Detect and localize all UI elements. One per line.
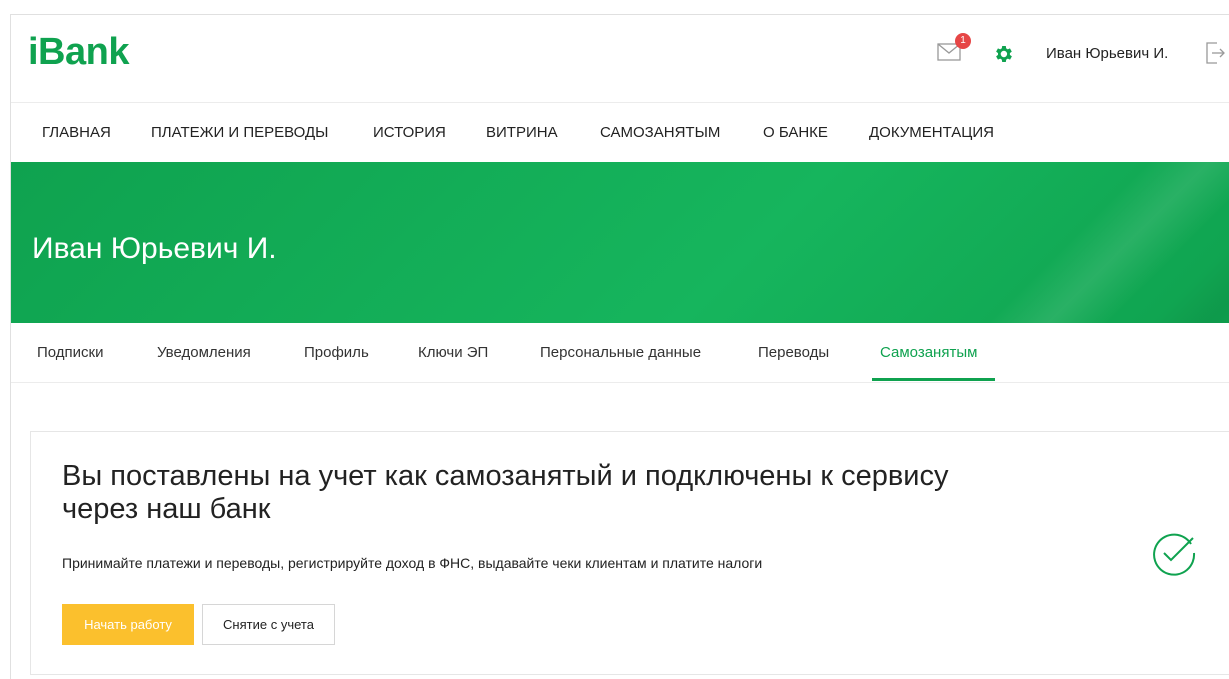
tab-personal-data[interactable]: Персональные данные	[540, 344, 701, 361]
tab-self-employed[interactable]: Самозанятым	[880, 344, 977, 361]
card-title: Вы поставлены на учет как самозанятый и …	[62, 460, 949, 525]
profile-tabs: Подписки Уведомления Профиль Ключи ЭП Пе…	[11, 323, 1229, 383]
nav-item-history[interactable]: ИСТОРИЯ	[373, 124, 446, 141]
mail-badge: 1	[955, 33, 971, 49]
tab-notifications[interactable]: Уведомления	[157, 344, 251, 361]
nav-item-home[interactable]: ГЛАВНАЯ	[42, 124, 111, 141]
top-header: iBank 1 Иван Юрьевич И.	[11, 15, 1229, 103]
app-frame: iBank 1 Иван Юрьевич И. ГЛАВНАЯ ПЛАТЕЖИ …	[10, 14, 1229, 679]
gear-icon[interactable]	[993, 43, 1015, 65]
banner-decoration	[1049, 172, 1229, 323]
self-employed-status-card: Вы поставлены на учет как самозанятый и …	[30, 431, 1229, 675]
banner-title: Иван Юрьевич И.	[32, 232, 277, 265]
logo[interactable]: iBank	[28, 31, 129, 74]
tab-subscriptions[interactable]: Подписки	[37, 344, 104, 361]
nav-item-about[interactable]: О БАНКЕ	[763, 124, 828, 141]
profile-banner: Иван Юрьевич И.	[11, 162, 1229, 323]
deregister-button[interactable]: Снятие с учета	[202, 604, 335, 645]
start-work-button[interactable]: Начать работу	[62, 604, 194, 645]
nav-item-payments[interactable]: ПЛАТЕЖИ И ПЕРЕВОДЫ	[151, 124, 328, 141]
tab-profile[interactable]: Профиль	[304, 344, 369, 361]
card-description: Принимайте платежи и переводы, регистрир…	[62, 555, 763, 571]
nav-item-docs[interactable]: ДОКУМЕНТАЦИЯ	[869, 124, 994, 141]
nav-item-self-employed[interactable]: САМОЗАНЯТЫМ	[600, 124, 720, 141]
main-nav: ГЛАВНАЯ ПЛАТЕЖИ И ПЕРЕВОДЫ ИСТОРИЯ ВИТРИ…	[11, 103, 1229, 162]
check-circle-icon	[1153, 533, 1196, 576]
tab-keys[interactable]: Ключи ЭП	[418, 344, 488, 361]
logout-icon[interactable]	[1205, 42, 1225, 64]
tab-transfers[interactable]: Переводы	[758, 344, 829, 361]
active-tab-indicator	[872, 378, 995, 381]
nav-item-showcase[interactable]: ВИТРИНА	[486, 124, 558, 141]
user-name[interactable]: Иван Юрьевич И.	[1046, 45, 1168, 62]
